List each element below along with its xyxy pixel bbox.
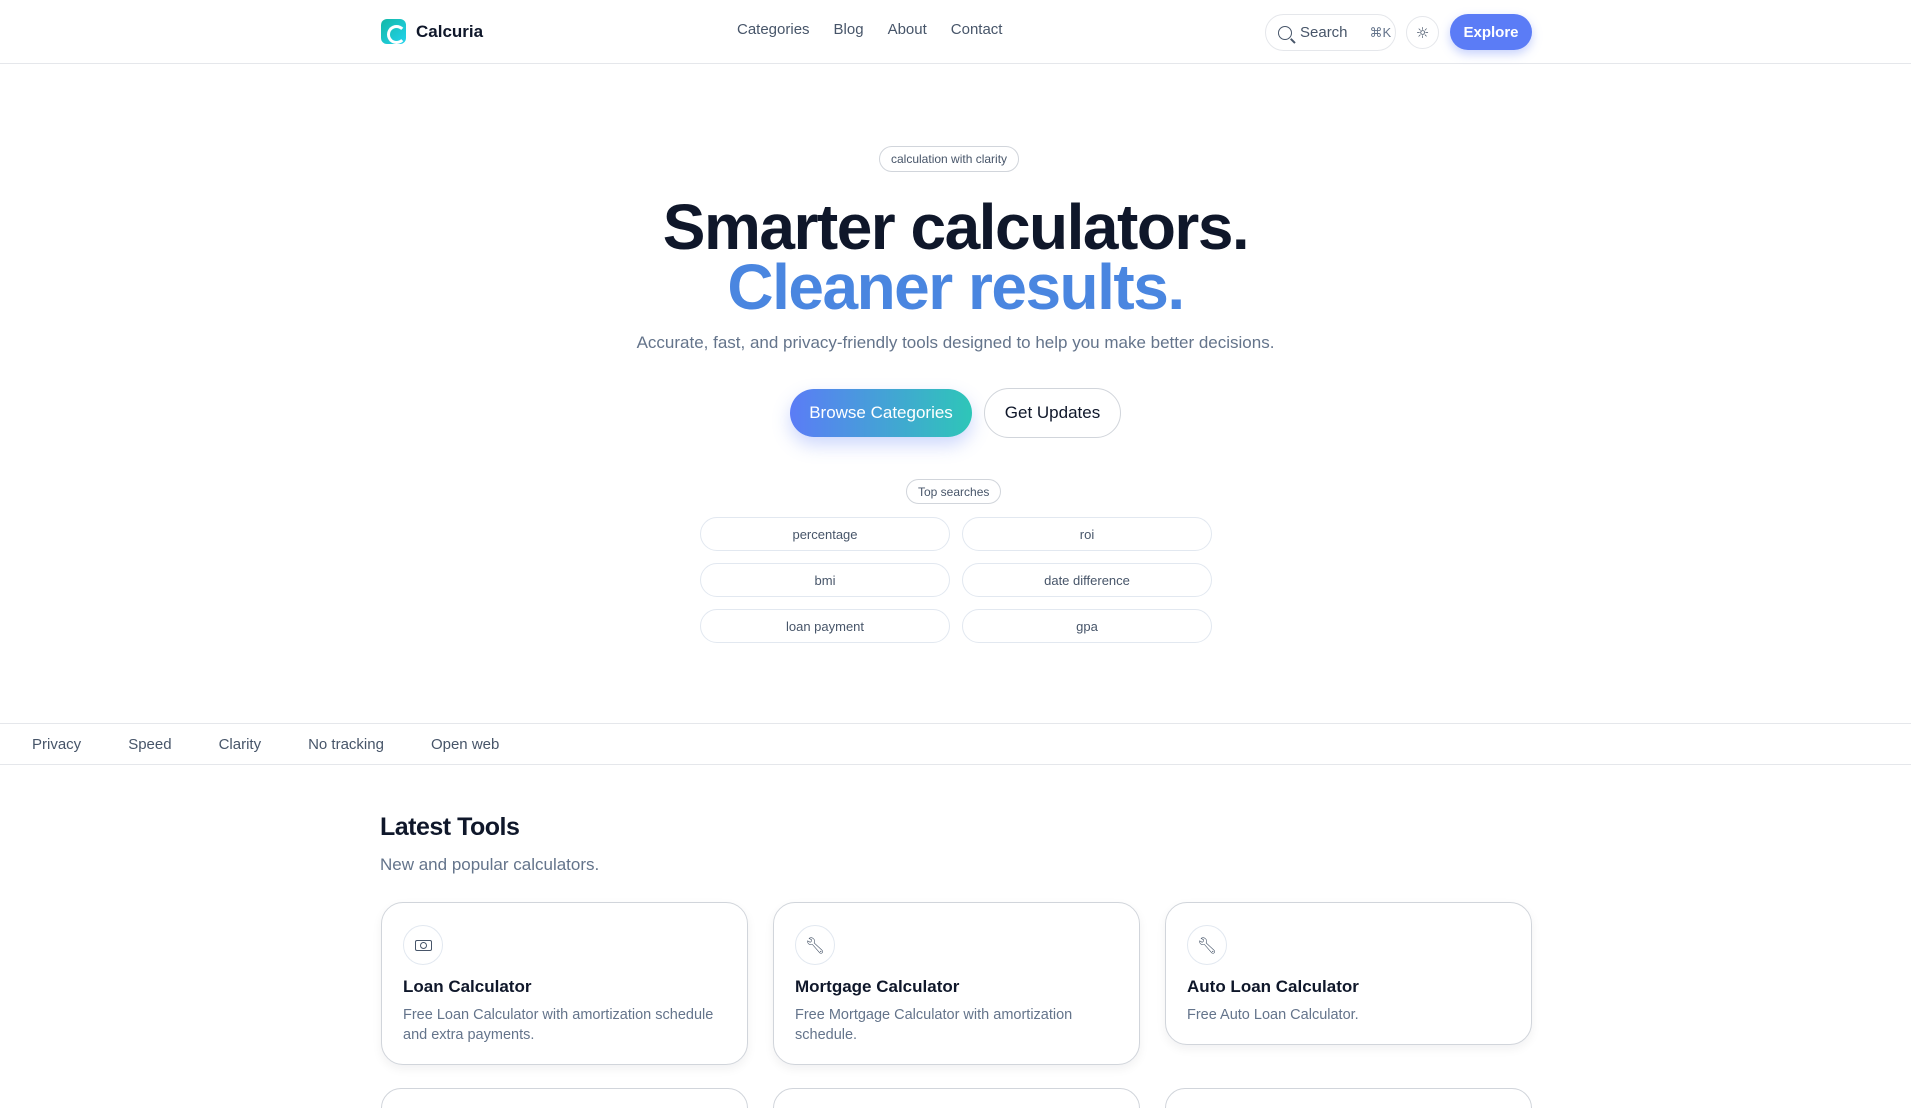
explore-button[interactable]: Explore (1450, 14, 1532, 50)
search-chip-bmi[interactable]: bmi (700, 563, 950, 597)
brand-name: Calcuria (416, 21, 484, 41)
main-nav: Categories Blog About Contact (737, 21, 1002, 38)
strip-item: Privacy (32, 735, 82, 753)
tool-card-desc: Free Mortgage Calculator with amortizati… (795, 1007, 1073, 1043)
latest-tools-title: Latest Tools (380, 813, 520, 841)
brand[interactable]: Calcuria (381, 19, 483, 44)
theme-toggle-button[interactable]: ☼ (1406, 16, 1439, 49)
search-chip-roi[interactable]: roi (962, 517, 1212, 551)
search-chip-percentage[interactable]: percentage (700, 517, 950, 551)
tool-card-partial[interactable] (773, 1088, 1140, 1108)
tool-card-partial[interactable] (1165, 1088, 1532, 1108)
tool-card-title: Auto Loan Calculator (1187, 977, 1359, 996)
top-searches-label: Top searches (906, 479, 1002, 504)
tool-card-auto-loan[interactable]: 🔧︎ Auto Loan Calculator Free Auto Loan C… (1165, 902, 1532, 1045)
search-chip-date-difference[interactable]: date difference (962, 563, 1212, 597)
top-searches-list: percentage roi bmi date difference loan … (700, 517, 1212, 643)
sun-icon: ☼ (1415, 23, 1430, 42)
nav-about[interactable]: About (888, 21, 927, 38)
nav-blog[interactable]: Blog (834, 21, 864, 38)
values-strip: Privacy Speed Clarity No tracking Open w… (0, 723, 1911, 765)
search-shortcut: ⌘K (1369, 24, 1392, 40)
strip-item: No tracking (308, 735, 384, 753)
brand-logo-icon (381, 19, 406, 44)
strip-item: Speed (128, 735, 172, 753)
tool-card-title: Mortgage Calculator (795, 977, 960, 996)
hero-subtitle: Accurate, fast, and privacy-friendly too… (636, 333, 1275, 352)
search-chip-loan-payment[interactable]: loan payment (700, 609, 950, 643)
strip-item: Clarity (218, 735, 262, 753)
hero-title-line2: Cleaner results. (727, 251, 1185, 323)
get-updates-button[interactable]: Get Updates (984, 388, 1121, 438)
cash-icon (403, 925, 443, 965)
tool-card-partial[interactable] (381, 1088, 748, 1108)
tool-card-desc: Free Auto Loan Calculator. (1187, 1007, 1359, 1023)
tool-card-mortgage[interactable]: 🔧︎ Mortgage Calculator Free Mortgage Cal… (773, 902, 1140, 1065)
nav-contact[interactable]: Contact (951, 21, 1003, 38)
site-header: Calcuria Categories Blog About Contact S… (0, 0, 1911, 64)
tool-card-desc: Free Loan Calculator with amortization s… (403, 1007, 714, 1043)
search-icon (1278, 25, 1292, 40)
tool-card-title: Loan Calculator (403, 977, 532, 996)
nav-categories[interactable]: Categories (737, 21, 810, 38)
search-button[interactable]: Search ⌘K (1265, 14, 1396, 51)
browse-categories-button[interactable]: Browse Categories (790, 389, 972, 437)
search-chip-gpa[interactable]: gpa (962, 609, 1212, 643)
latest-tools-subtitle: New and popular calculators. (380, 855, 600, 874)
search-label: Search (1300, 24, 1348, 41)
hero-badge: calculation with clarity (879, 146, 1020, 172)
strip-item: Open web (430, 735, 500, 753)
tool-card-loan[interactable]: Loan Calculator Free Loan Calculator wit… (381, 902, 748, 1065)
wrench-icon: 🔧︎ (795, 925, 835, 965)
wrench-icon: 🔧︎ (1187, 925, 1227, 965)
